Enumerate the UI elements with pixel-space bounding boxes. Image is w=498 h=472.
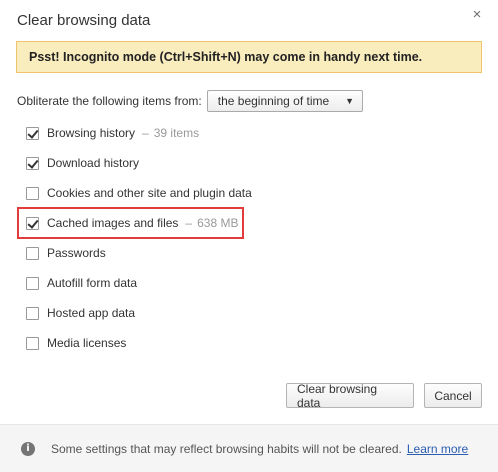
dialog-title: Clear browsing data — [17, 12, 151, 29]
incognito-tip-banner: Psst! Incognito mode (Ctrl+Shift+N) may … — [16, 41, 482, 73]
dialog-footer: i Some settings that may reflect browsin… — [0, 424, 498, 472]
checkbox-download-history[interactable]: Download history — [26, 154, 139, 172]
cancel-button[interactable]: Cancel — [424, 383, 482, 408]
item-size: 638 MB — [197, 216, 239, 230]
time-range-label: Obliterate the following items from: — [17, 94, 202, 108]
checkbox-browsing-history[interactable]: Browsing history – 39 items — [26, 124, 199, 142]
checkbox-passwords[interactable]: Passwords — [26, 244, 106, 262]
checkbox-icon[interactable] — [26, 186, 39, 200]
time-range-value: the beginning of time — [217, 94, 330, 108]
time-range-select[interactable]: the beginning of time ▼ — [206, 90, 364, 112]
item-label: Download history — [47, 156, 140, 170]
item-separator: – — [185, 216, 193, 230]
item-count: 39 items — [153, 126, 200, 140]
checkbox-cookies[interactable]: Cookies and other site and plugin data — [26, 184, 252, 202]
checkbox-autofill[interactable]: Autofill form data — [26, 274, 137, 292]
clear-browsing-data-button[interactable]: Clear browsing data — [286, 382, 414, 410]
time-range-row: Obliterate the following items from: the… — [17, 90, 364, 112]
close-icon[interactable]: × — [468, 6, 486, 24]
info-icon: i — [21, 441, 35, 456]
clear-browsing-data-dialog: Clear browsing data × Psst! Incognito mo… — [0, 0, 498, 472]
learn-more-link[interactable]: Learn more — [407, 442, 468, 456]
checkbox-icon[interactable] — [26, 216, 39, 230]
checkbox-icon[interactable] — [26, 336, 39, 350]
item-label: Cached images and files — [47, 216, 179, 230]
checkbox-media-licenses[interactable]: Media licenses — [26, 334, 126, 352]
item-label: Browsing history — [47, 126, 136, 140]
item-label: Hosted app data — [47, 306, 136, 320]
item-label: Cookies and other site and plugin data — [47, 186, 252, 200]
checkbox-cached-images[interactable]: Cached images and files – 638 MB — [26, 214, 238, 232]
item-label: Passwords — [47, 246, 106, 260]
checkbox-hosted-app-data[interactable]: Hosted app data — [26, 304, 135, 322]
dropdown-arrow-icon: ▼ — [345, 96, 355, 106]
checkbox-icon[interactable] — [26, 276, 39, 290]
item-label: Autofill form data — [47, 276, 138, 290]
item-label: Media licenses — [47, 336, 127, 350]
checkbox-icon[interactable] — [26, 306, 39, 320]
footer-message: Some settings that may reflect browsing … — [51, 441, 402, 456]
checkbox-icon[interactable] — [26, 156, 39, 170]
item-separator: – — [142, 126, 149, 140]
checkbox-icon[interactable] — [26, 126, 39, 140]
checkbox-icon[interactable] — [26, 246, 39, 260]
